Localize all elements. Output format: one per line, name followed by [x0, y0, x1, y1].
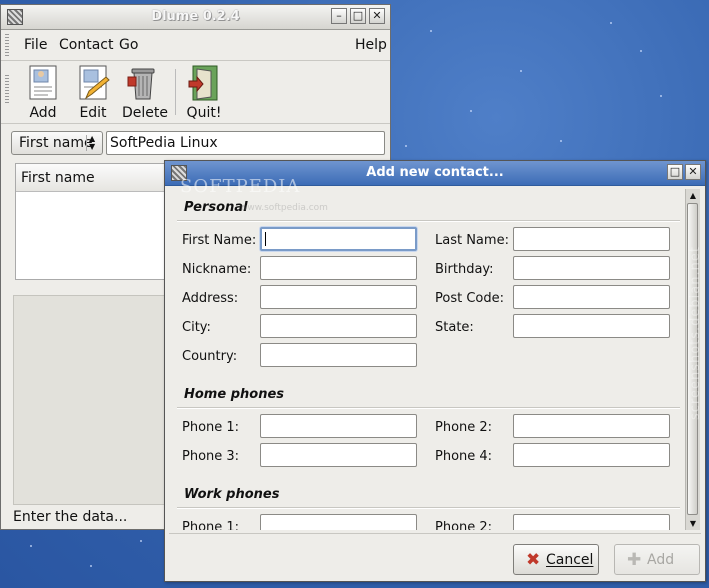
- menu-help[interactable]: Help: [355, 37, 387, 53]
- edit-button-label: Edit: [79, 105, 107, 121]
- menu-file[interactable]: File: [24, 37, 47, 53]
- add-contact-dialog: Add new contact... □ ✕ Personal First Na…: [164, 160, 706, 582]
- country-label: Country:: [182, 349, 238, 364]
- add-contact-icon: [26, 65, 60, 101]
- section-personal: Personal: [184, 200, 248, 215]
- search-input[interactable]: SoftPedia Linux: [106, 131, 385, 155]
- cancel-button[interactable]: ✖ Cancel: [513, 544, 599, 575]
- toolbar-grip[interactable]: [5, 75, 9, 105]
- menubar-grip[interactable]: [5, 34, 9, 56]
- add-plus-icon: ✚: [627, 550, 642, 570]
- home-phone1-label: Phone 1:: [182, 420, 240, 435]
- birthday-field[interactable]: [513, 256, 670, 280]
- city-field[interactable]: [260, 314, 417, 338]
- state-label: State:: [435, 320, 474, 335]
- quit-button-label: Quit!: [186, 105, 222, 121]
- work-phone2-label: Phone 2:: [435, 520, 493, 530]
- menu-contact[interactable]: Contact: [59, 37, 113, 53]
- last-name-label: Last Name:: [435, 233, 509, 248]
- menu-go[interactable]: Go: [119, 37, 138, 53]
- edit-contact-icon: [76, 65, 110, 101]
- maximize-icon[interactable]: □: [350, 8, 366, 24]
- home-phone3-field[interactable]: [260, 443, 417, 467]
- last-name-field[interactable]: [513, 227, 670, 251]
- delete-button[interactable]: Delete: [122, 65, 168, 121]
- home-phone3-label: Phone 3:: [182, 449, 240, 464]
- add-button[interactable]: Add: [25, 65, 61, 121]
- first-name-label: First Name:: [182, 233, 257, 248]
- post-code-label: Post Code:: [435, 291, 504, 306]
- section-home-phones: Home phones: [184, 387, 285, 402]
- debian-watermark: screenshots.debian.net: [688, 246, 703, 420]
- chevron-updown-icon: ▲ ▼: [86, 135, 99, 151]
- work-phone2-field[interactable]: [513, 514, 670, 530]
- home-phone1-field[interactable]: [260, 414, 417, 438]
- birthday-label: Birthday:: [435, 262, 494, 277]
- city-label: City:: [182, 320, 211, 335]
- nickname-field[interactable]: [260, 256, 417, 280]
- softpedia-watermark: SOFTPEDIA: [180, 176, 301, 197]
- maximize-icon[interactable]: □: [667, 164, 683, 180]
- delete-button-label: Delete: [122, 105, 168, 121]
- cancel-x-icon: ✖: [526, 550, 541, 570]
- home-phone2-field[interactable]: [513, 414, 670, 438]
- trash-icon: [126, 65, 160, 101]
- country-field[interactable]: [260, 343, 417, 367]
- divider: [177, 407, 680, 409]
- menubar: File Contact Go Help: [1, 30, 390, 61]
- scroll-down-icon[interactable]: ▼: [686, 517, 700, 530]
- nickname-label: Nickname:: [182, 262, 252, 277]
- address-label: Address:: [182, 291, 239, 306]
- divider: [177, 220, 680, 222]
- minimize-icon[interactable]: –: [331, 8, 347, 24]
- quit-button[interactable]: Quit!: [186, 65, 222, 121]
- search-field-select[interactable]: First name ▲ ▼: [11, 131, 103, 155]
- softpedia-watermark-url: www.softpedia.com: [240, 203, 328, 213]
- section-work-phones: Work phones: [184, 487, 280, 502]
- state-field[interactable]: [513, 314, 670, 338]
- close-icon[interactable]: ✕: [369, 8, 385, 24]
- home-phone2-label: Phone 2:: [435, 420, 493, 435]
- toolbar-separator: [175, 69, 176, 115]
- home-phone4-field[interactable]: [513, 443, 670, 467]
- work-phone1-field[interactable]: [260, 514, 417, 530]
- edit-button[interactable]: Edit: [75, 65, 111, 121]
- add-contact-button[interactable]: ✚ Add: [614, 544, 700, 575]
- home-phone4-label: Phone 4:: [435, 449, 493, 464]
- dialog-form: Personal First Name: Last Name: Nickname…: [173, 189, 688, 530]
- add-button-label: Add: [29, 105, 57, 121]
- exit-door-icon: [187, 65, 221, 101]
- work-phone1-label: Phone 1:: [182, 520, 240, 530]
- post-code-field[interactable]: [513, 285, 670, 309]
- address-field[interactable]: [260, 285, 417, 309]
- first-name-field[interactable]: [260, 227, 417, 251]
- close-icon[interactable]: ✕: [685, 164, 701, 180]
- main-titlebar[interactable]: Dlume 0.2.4 – □ ✕: [1, 5, 390, 30]
- status-bar: Enter the data...: [13, 509, 128, 525]
- divider: [177, 507, 680, 509]
- divider: [169, 533, 701, 534]
- toolbar: Add Edit Delete Quit!: [1, 61, 390, 124]
